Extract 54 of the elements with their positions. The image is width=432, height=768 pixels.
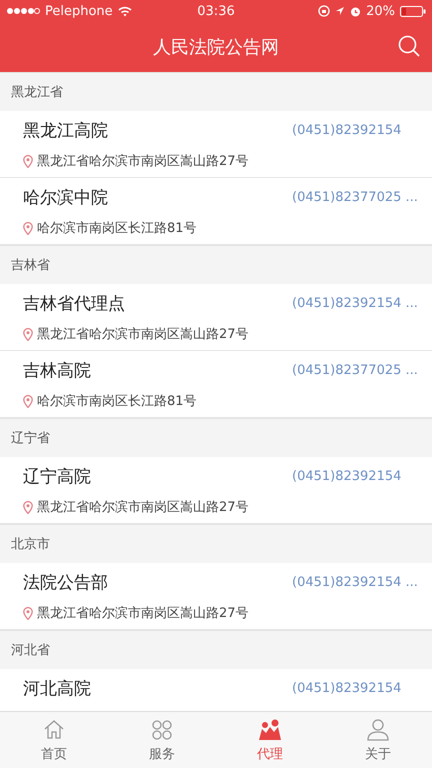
grid-icon: [150, 718, 174, 742]
location-pin-icon: [23, 394, 33, 408]
phone-link[interactable]: (0451)82392154 ...: [292, 575, 432, 590]
address-text: 黑龙江省哈尔滨市南岗区嵩山路27号: [37, 605, 249, 622]
person-icon: [366, 718, 390, 742]
section-title: 吉林省: [11, 257, 50, 274]
court-name: 辽宁高院: [23, 466, 91, 488]
wifi-icon: [118, 6, 132, 16]
list-item[interactable]: 法院公告部 (0451)82392154 ... 黑龙江省哈尔滨市南岗区嵩山路27号: [0, 563, 432, 630]
section-title: 辽宁省: [11, 430, 50, 447]
tab-button[interactable]: 代理: [216, 712, 324, 768]
section-title: 黑龙江省: [11, 84, 63, 101]
location-pin-icon: [23, 154, 33, 168]
list-item[interactable]: 吉林高院 (0451)82377025 ... 哈尔滨市南岗区长江路81号: [0, 351, 432, 418]
location-pin-icon: [23, 606, 33, 620]
court-name: 黑龙江高院: [23, 120, 108, 142]
tab-button[interactable]: 首页: [0, 712, 108, 768]
signal-icon: [6, 7, 40, 15]
status-time: 03:36: [197, 4, 235, 18]
list-item[interactable]: 黑龙江高院 (0451)82392154 黑龙江省哈尔滨市南岗区嵩山路27号: [0, 111, 432, 178]
page-title: 人民法院公告网: [153, 36, 279, 59]
court-name: 吉林省代理点: [23, 293, 125, 315]
court-name: 吉林高院: [23, 360, 91, 382]
address-text: 黑龙江省哈尔滨市南岗区嵩山路27号: [37, 499, 249, 516]
address-text: 黑龙江省哈尔滨市南岗区嵩山路27号: [37, 326, 249, 343]
location-pin-icon: [23, 328, 33, 340]
list-item[interactable]: 哈尔滨中院 (0451)82377025 ... 哈尔滨市南岗区长江路81号: [0, 178, 432, 245]
phone-link[interactable]: (0451)82377025 ...: [292, 190, 432, 205]
tab-button[interactable]: 关于: [324, 712, 432, 768]
tab-button[interactable]: 服务: [108, 712, 216, 768]
location-pin-icon: [23, 500, 33, 514]
location-arrow-icon: [335, 6, 346, 16]
address-text: 哈尔滨市南岗区长江路81号: [37, 220, 197, 237]
battery-icon: [400, 6, 426, 16]
address-text: 哈尔滨市南岗区长江路81号: [37, 393, 197, 410]
search-button[interactable]: [398, 35, 420, 57]
court-name: 河北高院: [23, 678, 91, 700]
address-text: 黑龙江省哈尔滨市南岗区嵩山路27号: [37, 153, 249, 170]
home-icon: [42, 718, 66, 742]
carrier-name: Pelephone: [45, 4, 113, 18]
phone-link[interactable]: (0451)82392154 ...: [292, 296, 432, 311]
court-name: 哈尔滨中院: [23, 187, 108, 209]
phone-link[interactable]: (0451)82392154: [292, 469, 432, 484]
section-title: 北京市: [11, 536, 50, 553]
list-item[interactable]: 河北高院 (0451)82392154: [0, 669, 432, 711]
list-item[interactable]: 辽宁高院 (0451)82392154 黑龙江省哈尔滨市南岗区嵩山路27号: [0, 457, 432, 524]
location-pin-icon: [23, 222, 33, 234]
section-title: 河北省: [11, 642, 50, 659]
phone-link[interactable]: (0451)82392154: [292, 681, 432, 696]
battery-percent: 20%: [366, 4, 395, 18]
list-item[interactable]: 吉林省代理点 (0451)82392154 ... 黑龙江省哈尔滨市南岗区嵩山路27号: [0, 284, 432, 351]
court-name: 法院公告部: [23, 572, 108, 594]
phone-link[interactable]: (0451)82392154: [292, 123, 432, 138]
phone-link[interactable]: (0451)82377025 ...: [292, 363, 432, 378]
